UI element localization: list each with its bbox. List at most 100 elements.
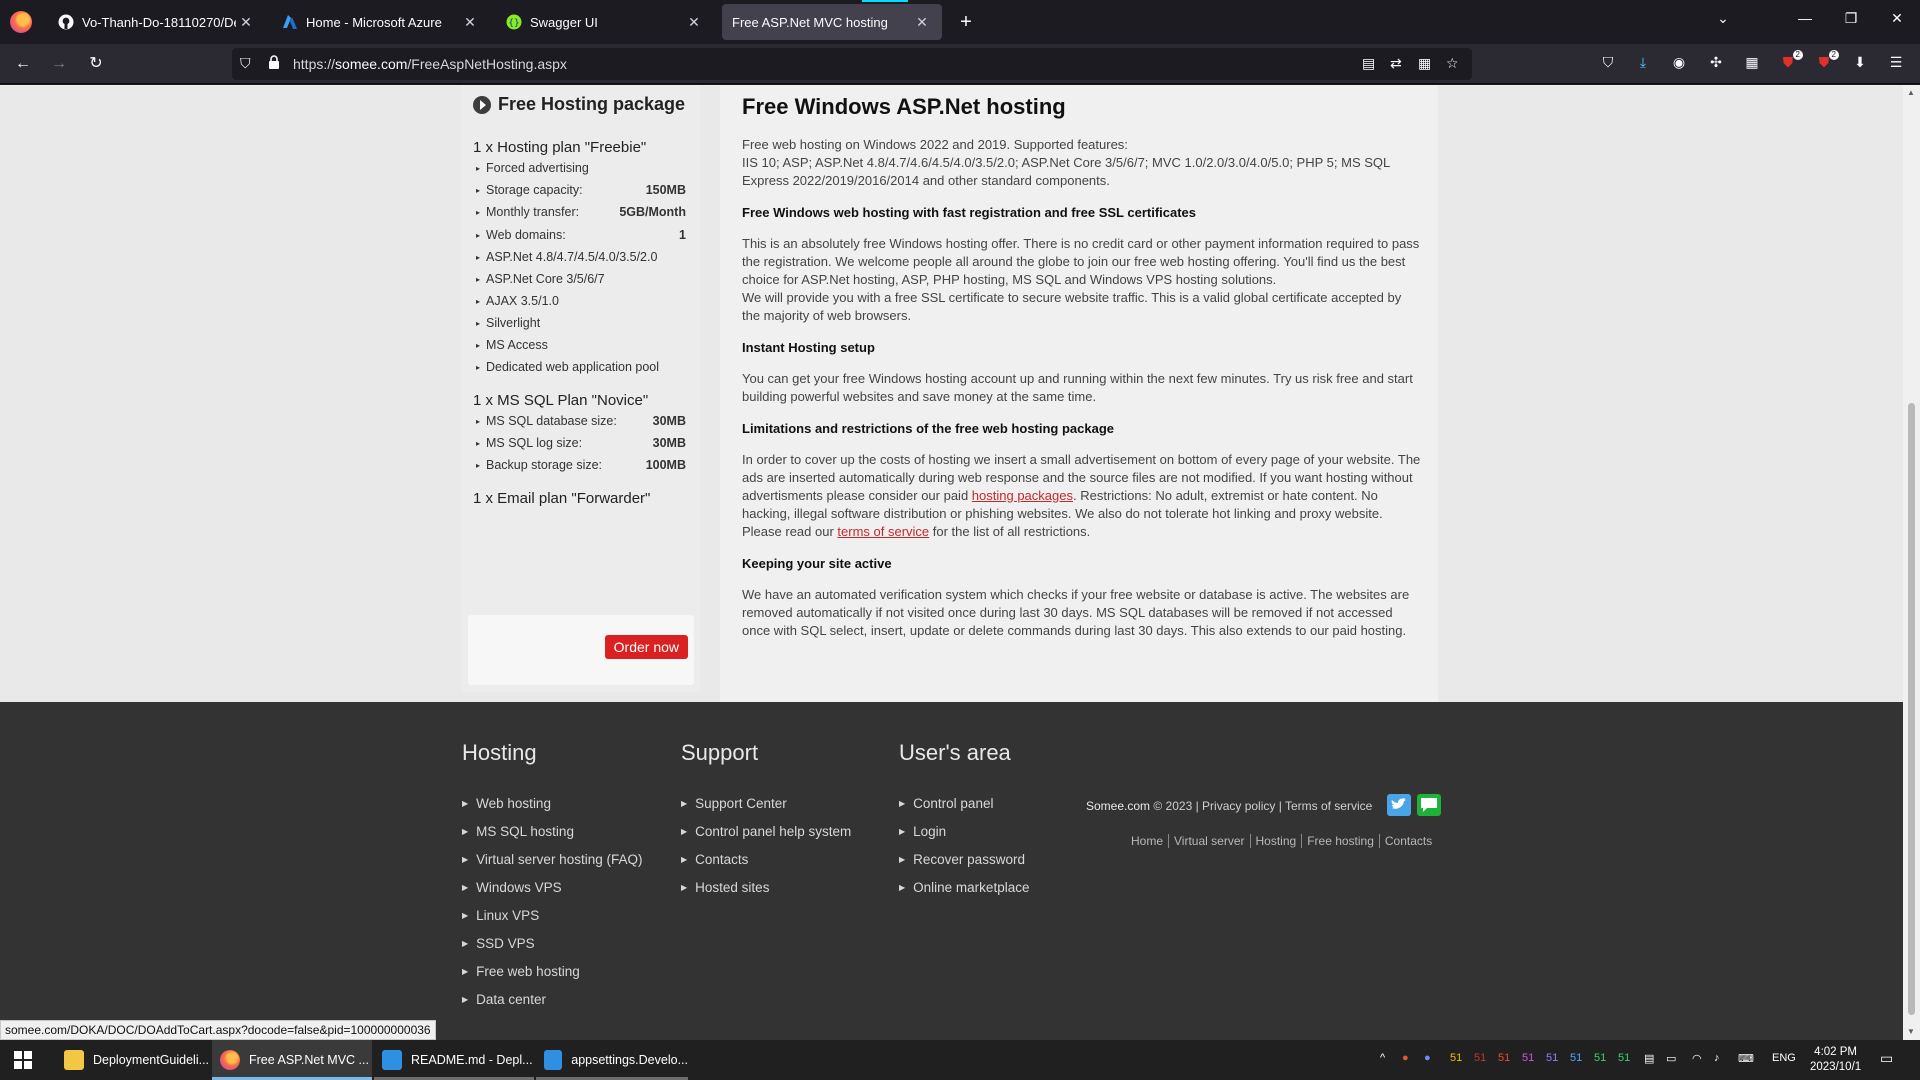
taskbar-item-vscode-readme[interactable]: README.md - Depl... xyxy=(374,1040,534,1080)
close-tab-icon[interactable]: ✕ xyxy=(236,14,256,31)
address-bar[interactable]: ⛉ https://somee.com/FreeAspNetHosting.as… xyxy=(232,48,1472,80)
ublock-icon[interactable]: ⛊ 2 xyxy=(1777,50,1803,74)
scroll-up-icon[interactable]: ▲ xyxy=(1907,88,1915,97)
tray-counter[interactable]: 51 xyxy=(1498,1052,1510,1064)
system-clock[interactable]: 4:02 PM 2023/10/1 xyxy=(1810,1045,1861,1075)
download-manager-icon[interactable]: ⬇ xyxy=(1849,54,1871,74)
wifi-icon[interactable]: ◠ xyxy=(1692,1052,1702,1065)
tray-app-icon[interactable]: ● xyxy=(1402,1052,1409,1064)
close-tab-icon[interactable]: ✕ xyxy=(912,14,932,31)
volume-icon[interactable]: ♪ xyxy=(1714,1052,1720,1064)
extensions-icon[interactable]: ✣ xyxy=(1705,54,1727,74)
footer-link[interactable]: ▶ Free web hosting xyxy=(462,964,580,979)
footer-link-text: MS SQL hosting xyxy=(476,824,574,839)
copyright-text[interactable]: © 2023 | Privacy policy | Terms of servi… xyxy=(1150,799,1372,813)
forward-icon[interactable]: → xyxy=(47,52,71,76)
back-icon[interactable]: ← xyxy=(11,52,35,76)
list-all-tabs-icon[interactable]: ⌄ xyxy=(1708,10,1738,27)
footer-link[interactable]: ▶ Online marketplace xyxy=(899,880,1029,895)
lock-icon[interactable] xyxy=(268,55,280,72)
shield-icon[interactable]: ⛉ xyxy=(240,55,251,72)
footer-link[interactable]: ▶ Contacts xyxy=(681,852,748,867)
tab-somee[interactable]: Free ASP.Net MVC hosting ✕ xyxy=(722,0,942,40)
bookmark-star-icon[interactable]: ☆ xyxy=(1446,55,1459,72)
footer-link[interactable]: ▶ Recover password xyxy=(899,852,1025,867)
restore-icon[interactable]: ❐ xyxy=(1836,10,1866,27)
bullet-arrow-icon: ▶ xyxy=(681,799,688,808)
tray-counter[interactable]: 51 xyxy=(1570,1052,1582,1064)
tab-azure[interactable]: Home - Microsoft Azure ✕ xyxy=(272,4,490,40)
account-avatar-icon[interactable]: ◉ xyxy=(1668,54,1690,74)
hosting-packages-link[interactable]: hosting packages xyxy=(972,488,1073,503)
firefox-logo-icon[interactable] xyxy=(10,11,32,33)
tray-overflow-icon[interactable]: ^ xyxy=(1380,1052,1385,1064)
tray-counter[interactable]: 51 xyxy=(1474,1052,1486,1064)
scroll-down-icon[interactable]: ▼ xyxy=(1907,1027,1915,1036)
tray-counter[interactable]: 51 xyxy=(1450,1052,1462,1064)
reader-view-icon[interactable]: ▤ xyxy=(1362,55,1375,72)
battery-icon[interactable]: ▭ xyxy=(1666,1052,1676,1065)
play-circle-icon xyxy=(473,95,491,114)
translate-icon[interactable]: ⇄ xyxy=(1390,55,1402,72)
taskbar-item-firefox[interactable]: Free ASP.Net MVC ... xyxy=(212,1040,372,1080)
tab-swagger[interactable]: {} Swagger UI ✕ xyxy=(496,4,714,40)
footer-nav-link[interactable]: Home xyxy=(1131,834,1168,848)
menu-icon[interactable]: ☰ xyxy=(1885,54,1907,74)
footer-link[interactable]: ▶ SSD VPS xyxy=(462,936,535,951)
downloads-icon[interactable]: ⤓ xyxy=(1632,54,1654,74)
vertical-scrollbar[interactable]: ▲ ▼ xyxy=(1903,85,1920,1040)
tray-counter[interactable]: 51 xyxy=(1546,1052,1558,1064)
footer-nav-link[interactable]: Hosting xyxy=(1249,834,1302,848)
terms-of-service-link[interactable]: terms of service xyxy=(837,524,929,539)
tray-counter[interactable]: 51 xyxy=(1618,1052,1630,1064)
footer-link[interactable]: ▶ Virtual server hosting (FAQ) xyxy=(462,852,642,867)
feature-value: 100MB xyxy=(645,458,686,472)
footer-nav-link[interactable]: Free hosting xyxy=(1301,834,1379,848)
url-text[interactable]: https://somee.com/FreeAspNetHosting.aspx xyxy=(293,56,567,72)
notifications-icon[interactable]: ▭ xyxy=(1880,1050,1893,1067)
close-window-icon[interactable]: ✕ xyxy=(1882,10,1912,27)
keyboard-icon[interactable]: ⌨ xyxy=(1738,1052,1754,1065)
input-language[interactable]: ENG xyxy=(1772,1052,1796,1064)
taskbar-item-vscode-appsettings[interactable]: appsettings.Develo... xyxy=(536,1040,688,1080)
start-button[interactable] xyxy=(10,1040,32,1080)
qr-code-icon[interactable]: ▦ xyxy=(1418,55,1431,72)
scrollbar-thumb[interactable] xyxy=(1908,403,1915,1015)
close-tab-icon[interactable]: ✕ xyxy=(684,14,704,31)
close-tab-icon[interactable]: ✕ xyxy=(460,14,480,31)
minimize-icon[interactable]: — xyxy=(1790,10,1820,26)
tray-teams-icon[interactable]: ● xyxy=(1424,1052,1431,1064)
chat-icon[interactable] xyxy=(1417,794,1441,816)
footer-link[interactable]: ▶ Support Center xyxy=(681,796,787,811)
taskbar-item-explorer[interactable]: DeploymentGuideli... xyxy=(56,1040,210,1080)
plan-heading: 1 x Email plan "Forwarder" xyxy=(473,490,651,507)
reload-icon[interactable]: ↻ xyxy=(84,52,108,76)
extension-red-icon[interactable]: ⛊ 2 xyxy=(1813,50,1839,74)
feature-item: ▸ Web domains: 1 xyxy=(476,228,686,244)
footer-nav-link[interactable]: Contacts xyxy=(1378,834,1437,848)
footer-link[interactable]: ▶ Hosted sites xyxy=(681,880,769,895)
order-now-button[interactable]: Order now xyxy=(604,635,688,659)
bullet-arrow-icon: ▸ xyxy=(476,363,481,372)
bullet-arrow-icon: ▸ xyxy=(476,275,481,284)
tray-counter[interactable]: 51 xyxy=(1594,1052,1606,1064)
footer-link[interactable]: ▶ Login xyxy=(899,824,946,839)
footer-nav-link[interactable]: Virtual server xyxy=(1168,834,1249,848)
bullet-arrow-icon: ▶ xyxy=(462,911,469,920)
twitter-icon[interactable] xyxy=(1387,794,1411,816)
footer-link[interactable]: ▶ Web hosting xyxy=(462,796,551,811)
bullet-arrow-icon: ▸ xyxy=(476,231,481,240)
footer-link[interactable]: ▶ MS SQL hosting xyxy=(462,824,574,839)
copyright-brand: Somee.com xyxy=(1086,799,1151,813)
extension-grid-icon[interactable]: ▦ xyxy=(1741,54,1763,74)
notepad-tray-icon[interactable]: ▤ xyxy=(1644,1052,1654,1065)
footer-link[interactable]: ▶ Windows VPS xyxy=(462,880,562,895)
tab-github[interactable]: Vo-Thanh-Do-18110270/Deploy ✕ xyxy=(48,4,266,40)
footer-link[interactable]: ▶ Linux VPS xyxy=(462,908,539,923)
pocket-icon[interactable]: ⛉ xyxy=(1597,54,1619,74)
footer-link[interactable]: ▶ Data center xyxy=(462,992,546,1007)
new-tab-button[interactable]: + xyxy=(954,11,978,33)
tray-counter[interactable]: 51 xyxy=(1522,1052,1534,1064)
footer-link[interactable]: ▶ Control panel help system xyxy=(681,824,851,839)
footer-link[interactable]: ▶ Control panel xyxy=(899,796,993,811)
